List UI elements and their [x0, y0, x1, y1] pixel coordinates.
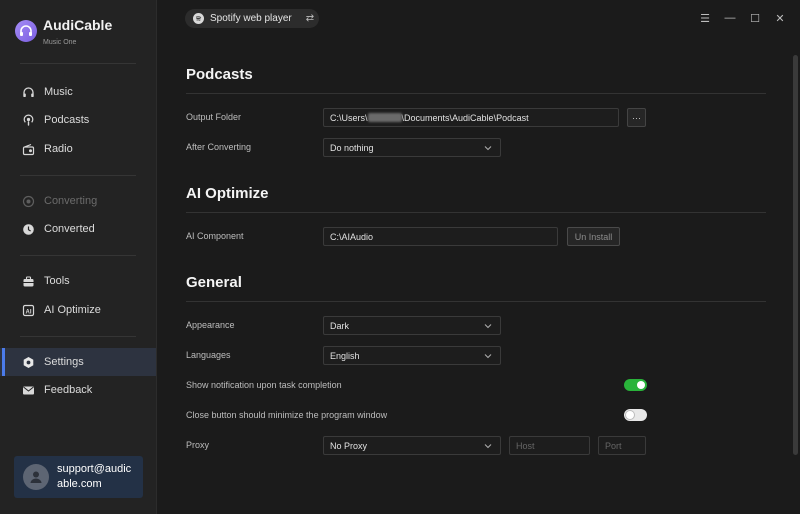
audicable-logo-icon	[15, 20, 37, 42]
notification-label: Show notification upon task completion	[186, 380, 342, 390]
appearance-label: Appearance	[186, 320, 235, 330]
after-converting-select[interactable]: Do nothing	[323, 138, 501, 157]
swap-icon[interactable]: ⇄	[306, 13, 314, 24]
menu-icon[interactable]: ☰	[700, 12, 710, 25]
sidebar-item-radio[interactable]: Radio	[0, 135, 156, 163]
output-folder-prefix: C:\Users\	[330, 112, 368, 123]
source-label: Spotify web player	[210, 13, 292, 24]
browse-folder-button[interactable]: ···	[627, 108, 646, 127]
after-converting-value: Do nothing	[330, 142, 374, 153]
spotify-icon	[193, 13, 204, 24]
sidebar: AudiCable Music One Music Podcasts Radio	[0, 0, 157, 514]
sidebar-item-music[interactable]: Music	[0, 78, 156, 106]
output-folder-field[interactable]: C:\Users\ \Documents\AudiCable\Podcast	[323, 108, 619, 127]
sidebar-divider	[20, 255, 136, 256]
headphones-icon	[22, 86, 35, 99]
proxy-label: Proxy	[186, 440, 210, 450]
clock-icon	[22, 223, 35, 236]
app-name: AudiCable	[43, 17, 113, 33]
sidebar-divider	[20, 336, 136, 337]
appearance-value: Dark	[330, 320, 350, 331]
ai-component-label: AI Component	[186, 231, 244, 241]
close-icon[interactable]: ✕	[775, 12, 785, 25]
chevron-down-icon	[484, 324, 492, 329]
sidebar-item-label: Converting	[44, 195, 98, 207]
section-divider	[186, 212, 766, 213]
minimize-icon[interactable]: —	[725, 12, 736, 24]
gear-icon	[22, 356, 35, 369]
ai-component-value: C:\AIAudio	[330, 231, 374, 242]
sidebar-item-label: Tools	[44, 275, 70, 287]
appearance-select[interactable]: Dark	[323, 316, 501, 335]
sidebar-item-podcasts[interactable]: Podcasts	[0, 106, 156, 134]
sidebar-item-ai-optimize[interactable]: AI AI Optimize	[0, 296, 156, 324]
app-window: AudiCable Music One Music Podcasts Radio	[0, 0, 800, 514]
radio-icon	[22, 143, 35, 156]
languages-value: English	[330, 350, 360, 361]
proxy-value: No Proxy	[330, 440, 368, 451]
proxy-select[interactable]: No Proxy	[323, 436, 501, 455]
section-divider	[186, 93, 766, 94]
minimize-label: Close button should minimize the program…	[186, 410, 388, 420]
port-placeholder: Port	[605, 440, 622, 451]
languages-label: Languages	[186, 350, 231, 360]
settings-panel: Spotify web player ⇄ ☰ — ☐ ✕ Podcasts Ou…	[157, 0, 800, 514]
sidebar-item-label: Music	[44, 86, 73, 98]
user-icon	[30, 471, 42, 483]
output-folder-suffix: \Documents\AudiCable\Podcast	[401, 112, 529, 123]
minimize-toggle[interactable]	[624, 409, 647, 421]
chevron-down-icon	[484, 146, 492, 151]
after-converting-label: After Converting	[186, 142, 252, 152]
uninstall-button[interactable]: Un Install	[567, 227, 620, 246]
scrollbar[interactable]	[793, 55, 798, 455]
proxy-host-input[interactable]: Host	[509, 436, 590, 455]
chevron-down-icon	[484, 354, 492, 359]
sidebar-item-converted[interactable]: Converted	[0, 215, 156, 243]
output-folder-label: Output Folder	[186, 112, 242, 122]
proxy-port-input[interactable]: Port	[598, 436, 646, 455]
sidebar-item-tools[interactable]: Tools	[0, 267, 156, 295]
sidebar-item-settings[interactable]: Settings	[0, 348, 156, 376]
avatar	[23, 464, 49, 490]
notification-toggle[interactable]	[624, 379, 647, 391]
sidebar-divider	[20, 175, 136, 176]
source-selector[interactable]: Spotify web player ⇄	[185, 9, 319, 28]
window-controls: ☰ — ☐ ✕	[700, 12, 785, 25]
section-title-podcasts: Podcasts	[186, 66, 253, 83]
sidebar-item-label: Settings	[44, 356, 84, 368]
user-email: support@audicable.com	[57, 463, 132, 490]
redacted-username	[367, 113, 402, 122]
tools-icon	[22, 275, 35, 288]
mail-icon	[22, 384, 35, 397]
sidebar-item-converting[interactable]: Converting	[0, 187, 156, 215]
ai-icon: AI	[22, 304, 35, 317]
sidebar-item-label: Feedback	[44, 384, 93, 396]
languages-select[interactable]: English	[323, 346, 501, 365]
sidebar-item-label: Radio	[44, 143, 73, 155]
podcast-icon	[22, 114, 35, 127]
section-title-ai-optimize: AI Optimize	[186, 185, 269, 202]
section-title-general: General	[186, 274, 242, 291]
maximize-icon[interactable]: ☐	[750, 12, 760, 25]
sidebar-divider	[20, 63, 136, 64]
sidebar-item-label: AI Optimize	[44, 304, 101, 316]
sidebar-item-label: Converted	[44, 223, 95, 235]
user-account-card[interactable]: support@audicable.com	[14, 456, 143, 498]
app-subtitle: Music One	[43, 39, 77, 46]
section-divider	[186, 301, 766, 302]
svg-text:AI: AI	[26, 309, 32, 315]
converting-icon	[22, 195, 35, 208]
sidebar-item-label: Podcasts	[44, 114, 90, 126]
brand: AudiCable Music One	[15, 17, 112, 46]
host-placeholder: Host	[516, 440, 535, 451]
chevron-down-icon	[484, 444, 492, 449]
sidebar-item-feedback[interactable]: Feedback	[0, 376, 156, 404]
ai-component-field[interactable]: C:\AIAudio	[323, 227, 558, 246]
